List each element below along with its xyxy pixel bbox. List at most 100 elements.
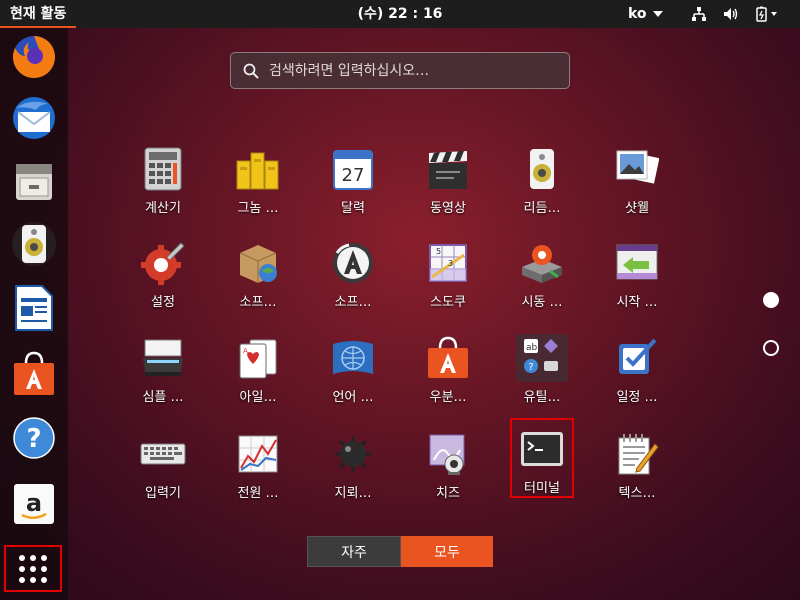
help-icon: ?: [13, 417, 55, 459]
app-label: 텍스…: [618, 486, 656, 501]
app-software-updater[interactable]: 소프…: [321, 233, 385, 313]
package-box-icon: [239, 245, 277, 283]
speaker-icon: [530, 149, 554, 189]
app-videos[interactable]: 동영상: [416, 139, 480, 219]
app-simple-scan[interactable]: 심플 …: [131, 328, 195, 408]
power-stats-icon: [238, 435, 278, 473]
language-menu[interactable]: ko: [628, 0, 663, 28]
language-icon: [333, 341, 373, 374]
app-cheese[interactable]: 치즈: [416, 424, 480, 504]
app-label: 계산기: [145, 201, 181, 216]
app-label: 심플 …: [142, 390, 184, 405]
dock-ubuntu-software[interactable]: [8, 348, 60, 400]
app-label: 그놈 …: [237, 201, 279, 216]
app-ubuntu-software[interactable]: 우분…: [416, 328, 480, 408]
app-utilities-folder[interactable]: ab? 유틸…: [510, 328, 574, 408]
app-startup-applications[interactable]: 시작 …: [605, 233, 669, 313]
clock: (수) 22 : 16: [0, 0, 800, 28]
app-label: 시작 …: [616, 295, 658, 310]
top-bar: 현재 활동 (수) 22 : 16 ko: [0, 0, 800, 28]
clock-label[interactable]: (수) 22 : 16: [358, 6, 443, 22]
dock-rhythmbox[interactable]: [8, 218, 60, 270]
app-todo[interactable]: 일정 …: [605, 328, 669, 408]
app-label: 입력기: [145, 486, 181, 501]
photos-icon: [616, 150, 659, 184]
ubuntu-software-icon: [428, 336, 468, 378]
app-text-editor[interactable]: 텍스…: [605, 424, 669, 504]
show-applications-button[interactable]: [4, 545, 62, 592]
dock-files[interactable]: [8, 156, 60, 208]
dock-libreoffice-writer[interactable]: [8, 282, 60, 334]
view-switch: 자주 모두: [307, 536, 493, 567]
todo-check-icon: [619, 338, 657, 374]
app-sudoku[interactable]: 53 스도쿠: [416, 233, 480, 313]
shopping-bag-icon: [14, 351, 54, 395]
app-language-support[interactable]: 언어 …: [321, 328, 385, 408]
app-aisleriot[interactable]: A 아일…: [226, 328, 290, 408]
svg-text:A: A: [243, 347, 248, 355]
app-label: 일정 …: [616, 390, 658, 405]
page-dot-1[interactable]: [763, 292, 779, 308]
app-label: 달력: [341, 201, 365, 216]
startup-apps-icon: [616, 244, 658, 280]
cards-icon: A: [239, 339, 277, 379]
mine-icon: [335, 436, 371, 472]
app-calendar[interactable]: 27 달력: [321, 139, 385, 219]
app-settings[interactable]: 설정: [131, 233, 195, 313]
svg-text:a: a: [26, 489, 42, 517]
dock: ? a: [0, 28, 68, 600]
app-label: 소프…: [239, 295, 277, 310]
app-label: 샷웰: [625, 201, 649, 216]
svg-text:ab: ab: [526, 343, 538, 353]
sudoku-icon: 53: [429, 244, 467, 282]
video-clapper-icon: [429, 151, 467, 189]
app-power-statistics[interactable]: 전원 …: [226, 424, 290, 504]
app-label: 동영상: [430, 201, 466, 216]
app-label: 설정: [151, 295, 175, 310]
app-label: 유틸…: [523, 390, 561, 405]
all-button[interactable]: 모두: [401, 536, 493, 567]
app-label: 우분…: [429, 390, 467, 405]
search-box[interactable]: [230, 52, 570, 89]
app-calculator[interactable]: 계산기: [131, 139, 195, 219]
app-label: 시동 …: [521, 295, 563, 310]
settings-gear-icon: [141, 242, 185, 285]
app-shotwell[interactable]: 샷웰: [605, 139, 669, 219]
app-terminal[interactable]: 터미널: [510, 418, 574, 498]
volume-icon: [722, 5, 740, 23]
power-icon: [754, 5, 782, 23]
system-tray[interactable]: [690, 0, 782, 28]
amazon-icon: a: [14, 484, 54, 524]
calculator-icon: [144, 147, 182, 191]
dock-help[interactable]: ?: [8, 412, 60, 464]
app-startup-disk-creator[interactable]: 시동 …: [510, 233, 574, 313]
app-label: 언어 …: [332, 390, 374, 405]
svg-text:5: 5: [436, 247, 441, 256]
firefox-icon: [12, 36, 55, 78]
keyboard-icon: [140, 443, 186, 465]
page-dot-2[interactable]: [763, 340, 779, 356]
app-label: 스도쿠: [430, 295, 466, 310]
app-software-properties[interactable]: 소프…: [226, 233, 290, 313]
dock-thunderbird[interactable]: [8, 92, 60, 144]
dock-firefox[interactable]: [8, 31, 60, 83]
activities-button[interactable]: 현재 활동: [0, 0, 77, 28]
app-mines[interactable]: 지뢰…: [321, 424, 385, 504]
writer-document-icon: [15, 285, 53, 331]
app-input-method[interactable]: 입력기: [131, 424, 195, 504]
speaker-icon: [12, 222, 56, 266]
app-rhythmbox[interactable]: 리듬…: [510, 139, 574, 219]
app-label: 지뢰…: [334, 486, 372, 501]
chevron-down-icon: [652, 11, 663, 17]
app-gnome-games[interactable]: 그놈 …: [226, 139, 290, 219]
app-label: 소프…: [334, 295, 372, 310]
calendar-day: 27: [342, 165, 365, 186]
calendar-icon: 27: [333, 150, 373, 190]
frequent-button[interactable]: 자주: [307, 536, 401, 567]
terminal-icon: [521, 431, 563, 466]
app-label: 리듬…: [523, 201, 561, 216]
search-input[interactable]: [269, 62, 559, 79]
activities-label: 현재 활동: [10, 6, 67, 22]
svg-text:?: ?: [528, 362, 533, 373]
dock-amazon[interactable]: a: [8, 478, 60, 530]
